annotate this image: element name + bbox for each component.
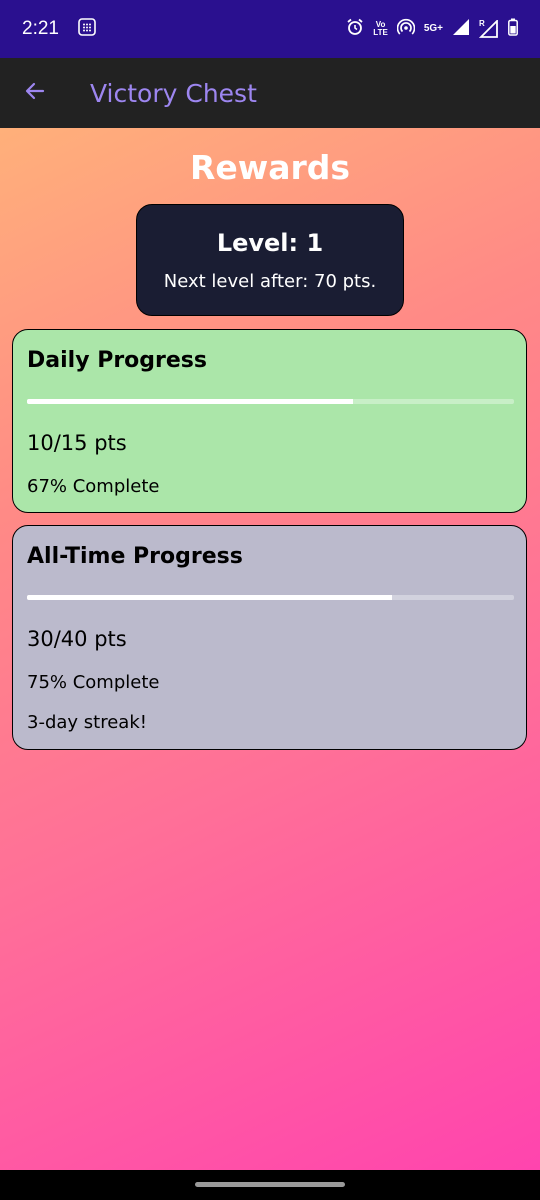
- alltime-points: 30/40 pts: [27, 627, 127, 651]
- back-button[interactable]: [0, 58, 70, 128]
- roaming-signal-icon: R: [479, 20, 499, 38]
- signal-icon: [452, 18, 470, 40]
- app-bar: Victory Chest: [0, 58, 540, 128]
- alltime-progress-fill: [27, 595, 393, 600]
- volte-label-bottom: LTE: [373, 28, 388, 37]
- daily-progress-title: Daily Progress: [27, 348, 207, 373]
- alltime-progress-card: All-Time Progress 30/40 pts 75% Complete…: [12, 525, 527, 750]
- arrow-left-icon: [23, 79, 47, 107]
- app-title: Victory Chest: [90, 78, 257, 108]
- alarm-icon: [346, 18, 364, 40]
- roaming-label: R: [479, 19, 485, 28]
- network-type: 5G+: [423, 23, 443, 34]
- streak-text: 3-day streak!: [27, 712, 147, 733]
- alltime-percent: 75% Complete: [27, 672, 160, 693]
- calendar-notification-icon: [77, 17, 97, 41]
- daily-progress-bar: [27, 399, 514, 404]
- alltime-progress-title: All-Time Progress: [27, 544, 243, 569]
- daily-percent: 67% Complete: [27, 476, 160, 497]
- home-gesture-handle[interactable]: [195, 1182, 345, 1187]
- hotspot-icon: [396, 18, 416, 40]
- status-time: 2:21: [22, 18, 59, 39]
- daily-progress-card: Daily Progress 10/15 pts 67% Complete: [12, 329, 527, 513]
- system-nav-bar: [0, 1170, 540, 1200]
- level-card: Level: 1 Next level after: 70 pts.: [136, 204, 404, 316]
- volte-icon: Vo LTE: [373, 21, 388, 37]
- level-label: Level: 1: [216, 229, 324, 257]
- daily-progress-fill: [27, 399, 354, 404]
- next-level-text: Next level after: 70 pts.: [163, 271, 377, 292]
- status-bar: 2:21 Vo LTE 5G+ R: [0, 0, 540, 58]
- alltime-progress-bar: [27, 595, 514, 600]
- page-title: Rewards: [189, 148, 351, 187]
- daily-points: 10/15 pts: [27, 431, 127, 455]
- rewards-screen: Rewards Level: 1 Next level after: 70 pt…: [0, 128, 540, 1170]
- battery-icon: [508, 18, 518, 40]
